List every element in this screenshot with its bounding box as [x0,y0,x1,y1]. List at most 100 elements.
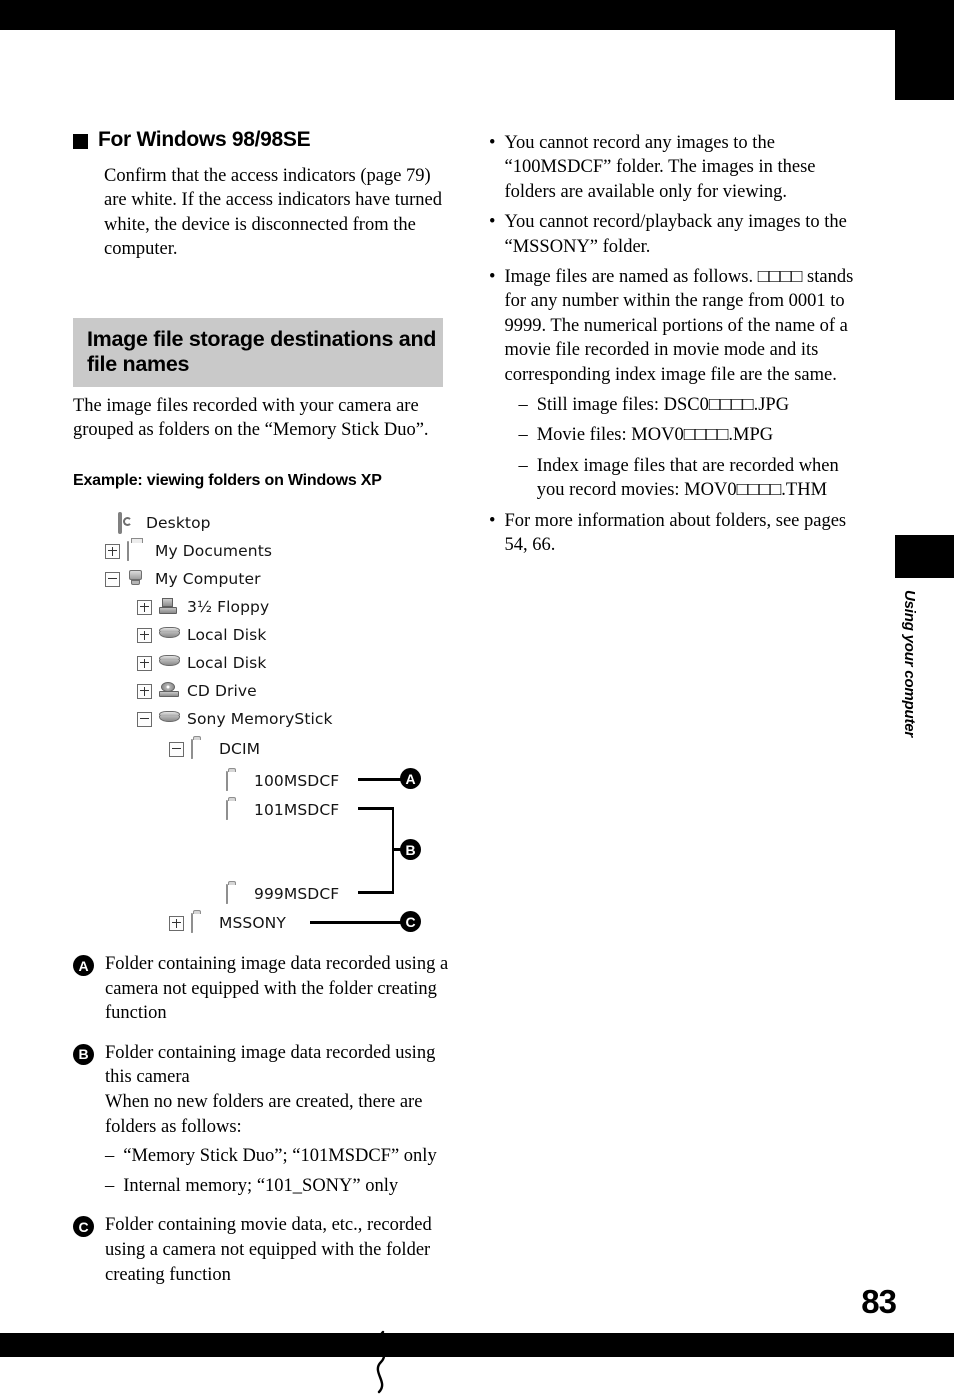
page-number: 83 [861,1283,897,1320]
tree-node-label: My Documents [155,542,273,561]
tree-node-label: My Computer [155,570,261,589]
list-item: – Index image files that are recorded wh… [518,454,861,503]
tree-node-desktop[interactable]: Desktop [98,512,211,535]
list-item-label: “Memory Stick Duo”; “101MSDCF” only [123,1146,437,1167]
expander-plus-icon[interactable] [105,543,120,559]
legend-text-b-block: Folder containing image data recorded us… [105,1041,451,1199]
expander-plus-icon[interactable] [169,915,184,931]
folder-icon [226,884,248,905]
tree-node-label: DCIM [219,740,261,759]
tree-node-label: CD Drive [187,682,257,701]
callout-badge-b: B [400,839,421,861]
tree-node-local-disk-1[interactable]: Local Disk [137,624,266,646]
list-item: • For more information about folders, se… [489,509,861,558]
bullet-glyph: • [489,212,496,233]
legend-text-b2: When no new folders are created, there a… [105,1091,423,1137]
expander-plus-icon[interactable] [137,627,152,643]
folder-icon [226,771,248,792]
callout-badge-a-label: A [400,768,421,790]
list-item-label: Movie files: MOV0□□□□.MPG [536,425,774,446]
intro-paragraph: The image files recorded with your camer… [73,395,429,440]
tree-node-label: Local Disk [187,654,267,673]
dash-glyph: – [518,425,528,446]
tree-node-label: 3½ Floppy [187,598,270,617]
expander-minus-icon[interactable] [169,741,184,757]
leader-line-b-top [358,807,394,810]
legend-text-b: Folder containing image data recorded us… [105,1042,436,1088]
list-item: – Still image files: DSC0□□□□.JPG [518,393,861,417]
list-item-label: For more information about folders, see … [504,510,847,556]
list-item-label: You cannot record/playback any images to… [504,212,847,257]
tree-node-label: MSSONY [219,914,286,933]
expander-plus-icon[interactable] [137,599,152,615]
band-heading: Image file storage destinations and file… [73,317,443,387]
list-item: – “Memory Stick Duo”; “101MSDCF” only [105,1144,451,1169]
list-item: – Internal memory; “101_SONY” only [105,1174,451,1199]
tree-node-label: Sony MemoryStick [187,710,333,729]
notes-bullet-list: • You cannot record any images to the “1… [489,131,861,558]
list-item-label: You cannot record any images to the “100… [504,133,816,202]
floppy-icon [159,598,181,616]
leader-line-a [358,778,402,781]
disk-icon [159,626,181,644]
tree-node-local-disk-2[interactable]: Local Disk [137,652,266,674]
tree-node-label: Local Disk [187,626,267,645]
page-top-bar [0,0,954,30]
tree-node-label: 101MSDCF [254,801,340,820]
legend-text-a: Folder containing image data recorded us… [105,954,449,1024]
bullet-glyph: • [489,133,496,153]
list-item-label: Index image files that are recorded when… [536,455,839,501]
legend-badge-c: C [73,1216,94,1238]
tree-node-label: 100MSDCF [254,772,340,791]
callout-legend: A Folder containing image data recorded … [73,952,451,1302]
tree-node-101msdcf[interactable]: 101MSDCF [226,799,339,821]
right-column: • You cannot record any images to the “1… [489,131,861,564]
tree-node-sony-memorystick[interactable]: Sony MemoryStick [137,708,333,730]
section-body-windows98: Confirm that the access indicators (page… [104,166,442,260]
tree-node-my-documents[interactable]: My Documents [105,540,272,562]
tree-node-999msdcf[interactable]: 999MSDCF [226,883,339,905]
page-bottom-bar [0,1333,954,1357]
folder-icon [226,800,248,821]
documents-icon [127,541,149,562]
computer-icon [127,570,149,588]
dash-glyph: – [518,455,528,476]
callout-badge-b-label: B [400,839,421,861]
file-naming-list: – Still image files: DSC0□□□□.JPG – Movi… [504,393,861,503]
legend-badge-a: A [73,955,94,976]
leader-line-c [310,921,402,924]
legend-item-a: A Folder containing image data recorded … [73,952,451,1026]
legend-item-c: C Folder containing movie data, etc., re… [73,1213,451,1287]
tree-node-cd-drive[interactable]: CD Drive [137,680,257,702]
example-heading: Example: viewing folders on Windows XP [73,472,382,490]
range-squiggle-icon [376,1331,386,1394]
expander-plus-icon[interactable] [137,655,152,671]
tree-node-floppy[interactable]: 3½ Floppy [137,596,269,618]
expander-minus-icon[interactable] [105,571,120,587]
callout-badge-a: A [400,768,421,790]
expander-minus-icon[interactable] [137,711,152,727]
folder-icon [191,739,213,760]
tree-node-label: 999MSDCF [254,885,340,904]
disk-icon [159,654,181,672]
tree-node-mssony[interactable]: MSSONY [169,912,286,934]
list-item-label: Internal memory; “101_SONY” only [123,1175,399,1196]
list-item-block: Image files are named as follows. □□□□ s… [504,265,861,503]
bullet-glyph: • [489,267,496,288]
list-item: – Movie files: MOV0□□□□.MPG [518,423,861,447]
list-item: • You cannot record any images to the “1… [489,131,861,204]
expander-plus-icon[interactable] [137,683,152,699]
tree-node-my-computer[interactable]: My Computer [105,568,261,590]
list-item-label: Image files are named as follows. □□□□ s… [504,267,854,385]
dash-glyph: – [105,1146,115,1167]
dash-glyph: – [105,1175,115,1196]
legend-text-c: Folder containing movie data, etc., reco… [105,1215,432,1285]
tree-node-label: Desktop [146,514,211,533]
callout-badge-c: C [400,911,421,933]
tree-node-dcim[interactable]: DCIM [169,738,260,760]
disk-icon [159,710,181,728]
expander-none-icon [98,517,111,530]
section-heading-windows98: For Windows 98/98SE [73,128,445,152]
tree-node-100msdcf[interactable]: 100MSDCF [226,770,339,792]
cd-icon [159,682,181,700]
